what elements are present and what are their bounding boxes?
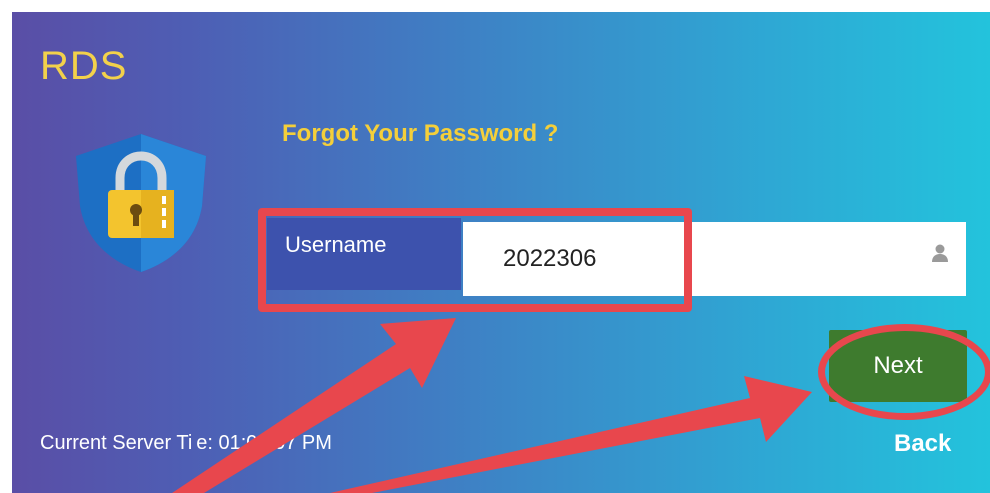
brand-logo-text: RDS: [40, 44, 128, 88]
page: RDS Forgot Your Password ? Username Next…: [0, 0, 990, 493]
next-button[interactable]: Next: [829, 330, 967, 402]
username-label: Username: [267, 218, 461, 290]
back-link[interactable]: Back: [894, 430, 951, 458]
user-icon: [932, 244, 948, 262]
page-title: Forgot Your Password ?: [282, 120, 559, 147]
shield-lock-icon: [76, 134, 206, 272]
server-time-value: e: 01:03:07 PM: [196, 432, 332, 454]
username-input[interactable]: [463, 222, 966, 296]
server-time: Current Server Ti e: 01:03:07 PM: [40, 432, 332, 455]
server-time-label: Current Server Ti: [40, 432, 193, 454]
